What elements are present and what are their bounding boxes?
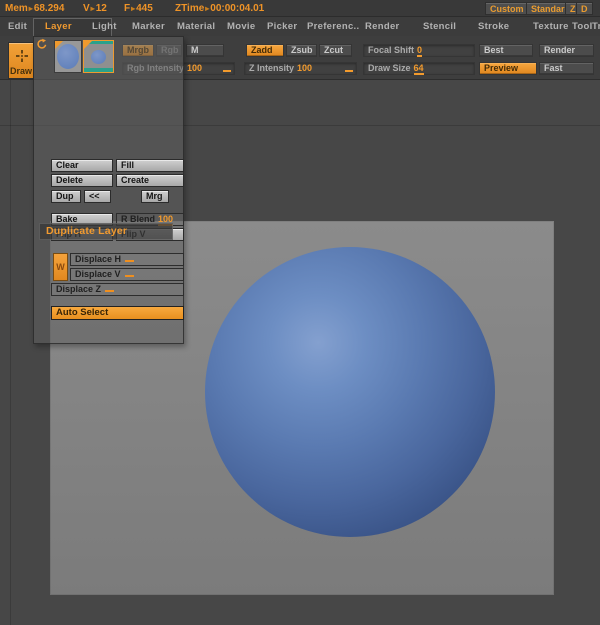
clear-button[interactable]: Clear: [51, 159, 113, 172]
menu-item-preferences[interactable]: Preferenc..: [307, 21, 359, 32]
menu-item-material[interactable]: Material: [177, 21, 215, 32]
mem-label: Mem: [5, 3, 28, 14]
layer-panel: Clear Fill Delete Create Dup << Mrg Bake…: [33, 36, 184, 344]
mrg-button[interactable]: Mrg: [141, 190, 169, 203]
d-button[interactable]: D: [576, 2, 593, 15]
displace-z-slider[interactable]: Displace Z: [51, 283, 184, 296]
displace-z-label: Displace Z: [56, 284, 102, 294]
mem-value: 68.294: [33, 3, 65, 14]
layer-thumbnail-1[interactable]: [54, 40, 82, 73]
zadd-button[interactable]: Zadd: [246, 44, 284, 57]
auto-select-button[interactable]: Auto Select: [51, 306, 184, 320]
refresh-icon[interactable]: [36, 38, 48, 50]
best-button[interactable]: Best: [479, 44, 533, 57]
m-button[interactable]: M: [186, 44, 224, 57]
v-label: V: [83, 3, 90, 14]
displace-v-slider[interactable]: Displace V: [70, 268, 184, 281]
slider-handle[interactable]: [345, 70, 353, 72]
zsub-button[interactable]: Zsub: [286, 44, 317, 57]
collapse-button[interactable]: <<: [84, 190, 111, 203]
sphere-3d-object[interactable]: [205, 247, 495, 537]
slider-handle[interactable]: [223, 70, 231, 72]
displace-h-label: Displace H: [75, 254, 122, 264]
slider-handle[interactable]: [105, 290, 115, 292]
draw-size-slider[interactable]: Draw Size 64: [363, 62, 475, 75]
ztime-stat: ZTime▸00:00:04.01: [175, 3, 264, 15]
z-intensity-slider[interactable]: Z Intensity 100: [244, 62, 357, 75]
tooltip: Duplicate Layer: [39, 223, 173, 240]
menu-item-render[interactable]: Render: [365, 21, 400, 32]
menu-item-texture[interactable]: Texture: [533, 21, 569, 32]
wrap-mode-button[interactable]: W: [53, 253, 68, 281]
draw-size-value: 64: [413, 63, 424, 75]
f-stat: F▸445: [124, 3, 153, 15]
displace-h-slider[interactable]: Displace H: [70, 253, 184, 266]
slider-handle[interactable]: [125, 260, 135, 262]
ztime-label: ZTime: [175, 3, 205, 14]
zcut-button[interactable]: Zcut: [319, 44, 352, 57]
z-intensity-label: Z Intensity: [249, 63, 295, 73]
create-button[interactable]: Create: [116, 174, 184, 187]
layer-corner-marker-icon: [55, 41, 63, 49]
displace-v-label: Displace V: [75, 269, 121, 279]
menu-item-transform[interactable]: Tran: [592, 21, 600, 32]
rgb-intensity-value: 100: [187, 63, 203, 73]
left-tray-divider: [10, 80, 11, 625]
draw-size-label: Draw Size: [368, 63, 411, 73]
menu-item-light[interactable]: Light: [92, 21, 117, 32]
delete-button[interactable]: Delete: [51, 174, 113, 187]
render-button[interactable]: Render: [539, 44, 594, 57]
status-bar: Mem▸68.294 V▸12 F▸445 ZTime▸00:00:04.01 …: [0, 0, 600, 17]
focal-shift-value: 0: [417, 45, 423, 57]
layer-thumbnail-sphere: [91, 50, 106, 64]
z-intensity-value: 100: [297, 63, 313, 73]
menu-item-stroke[interactable]: Stroke: [478, 21, 509, 32]
fill-button[interactable]: Fill: [116, 159, 184, 172]
menu-item-layer[interactable]: Layer: [45, 21, 72, 32]
ztime-value: 00:00:04.01: [210, 3, 265, 14]
layer-stripe: [84, 68, 113, 72]
draw-button[interactable]: Draw: [8, 42, 34, 79]
custom-button[interactable]: Custom: [485, 2, 529, 15]
mem-stat: Mem▸68.294: [5, 3, 64, 15]
menu-item-tool[interactable]: Tool: [572, 21, 593, 32]
menu-item-movie[interactable]: Movie: [227, 21, 255, 32]
v-stat: V▸12: [83, 3, 107, 15]
menu-item-edit[interactable]: Edit: [8, 21, 27, 32]
focal-shift-slider[interactable]: Focal Shift 0: [363, 44, 475, 57]
menu-item-marker[interactable]: Marker: [132, 21, 165, 32]
focal-shift-label: Focal Shift: [368, 45, 415, 55]
menu-item-picker[interactable]: Picker: [267, 21, 297, 32]
draw-button-label: Draw: [9, 66, 32, 76]
layer-corner-marker-icon: [84, 41, 92, 49]
layer-thumbnail-2-selected[interactable]: [83, 40, 114, 73]
v-value: 12: [95, 3, 107, 14]
fast-button[interactable]: Fast: [539, 62, 594, 75]
slider-handle[interactable]: [124, 275, 134, 277]
preview-button[interactable]: Preview: [479, 62, 537, 75]
crosshair-icon: [16, 50, 28, 62]
f-value: 445: [136, 3, 153, 14]
zbrush-app: Mem▸68.294 V▸12 F▸445 ZTime▸00:00:04.01 …: [0, 0, 600, 625]
menu-item-stencil[interactable]: Stencil: [423, 21, 456, 32]
menu-bar: Edit Layer Light Marker Material Movie P…: [0, 17, 600, 36]
dup-button[interactable]: Dup: [51, 190, 81, 203]
